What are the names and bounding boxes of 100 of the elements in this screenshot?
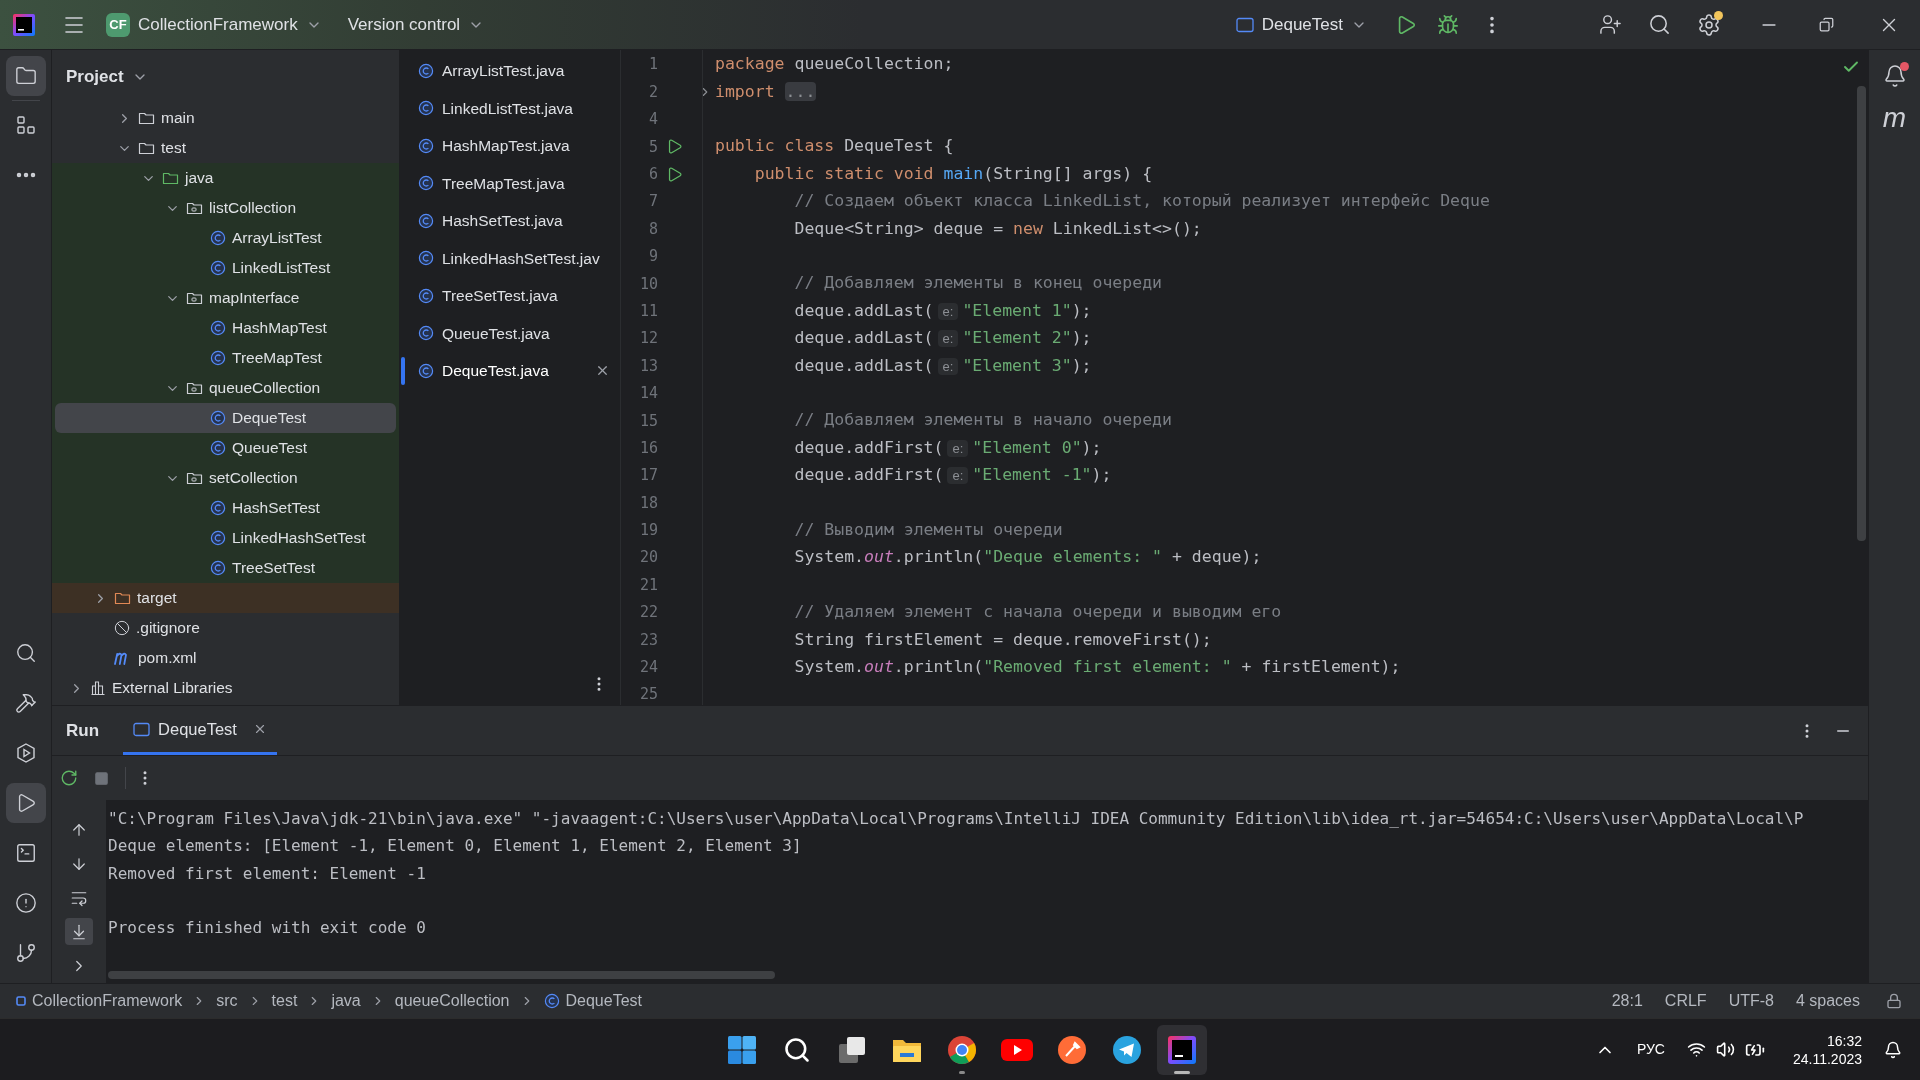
console-line: Process finished with exit code 0 bbox=[108, 917, 427, 940]
lock-icon[interactable] bbox=[1886, 993, 1902, 1009]
console-line: Removed first element: Element -1 bbox=[108, 862, 427, 885]
line-number: 14 bbox=[638, 383, 658, 405]
run-icon[interactable] bbox=[666, 165, 683, 183]
tree-item[interactable]: TreeMapTest bbox=[52, 343, 399, 373]
line-number: 2 bbox=[647, 81, 658, 103]
breadcrumb[interactable]: test bbox=[271, 989, 298, 1013]
code-line: Deque<String> deque = new LinkedList<>(); bbox=[793, 217, 1202, 240]
line-number: 11 bbox=[638, 300, 658, 322]
folder-icon bbox=[14, 65, 37, 87]
status-item[interactable]: 4 spaces bbox=[1795, 989, 1860, 1013]
tree-item[interactable]: ArrayListTest bbox=[52, 223, 399, 253]
line-number: 9 bbox=[647, 246, 658, 268]
browser-icon bbox=[947, 1034, 977, 1065]
project-button[interactable] bbox=[5, 56, 46, 96]
clock[interactable]: 16:32 24.11.2023 bbox=[1792, 1031, 1862, 1068]
version-control-menu[interactable]: Version control bbox=[347, 11, 485, 38]
run-icon[interactable] bbox=[666, 138, 683, 156]
breadcrumb[interactable]: CollectionFramework bbox=[16, 989, 183, 1013]
search-icon bbox=[14, 642, 37, 664]
project-switcher[interactable]: CF CollectionFramework bbox=[106, 11, 322, 38]
breadcrumb[interactable]: src bbox=[216, 989, 238, 1013]
tree-item[interactable]: LinkedListTest bbox=[52, 253, 399, 283]
settings-icon[interactable] bbox=[1697, 12, 1721, 37]
tree-item[interactable]: LinkedHashSetTest bbox=[52, 523, 399, 553]
tree-item[interactable]: External Libraries bbox=[52, 673, 399, 703]
tree-item[interactable]: queueCollection bbox=[52, 373, 399, 403]
run-button[interactable] bbox=[5, 783, 46, 823]
tree-item[interactable]: HashMapTest bbox=[52, 313, 399, 343]
code-line: // Создаем объект класса LinkedList, который реализует интерфейс Deque bbox=[793, 190, 1490, 213]
add-user-icon[interactable] bbox=[1599, 13, 1622, 36]
restore-icon[interactable] bbox=[1819, 17, 1834, 32]
rerun-icon[interactable] bbox=[60, 769, 78, 787]
line-number: 20 bbox=[638, 547, 658, 569]
status-item[interactable]: 28:1 bbox=[1611, 989, 1643, 1013]
breadcrumb[interactable]: DequeTest bbox=[543, 989, 642, 1013]
wifi-icon[interactable] bbox=[1686, 1040, 1706, 1059]
file-tab[interactable]: DequeTest.java bbox=[400, 352, 620, 390]
package-folder-icon bbox=[186, 290, 203, 306]
taskbar-button[interactable] bbox=[1157, 1024, 1207, 1075]
blocked-circle-icon bbox=[114, 620, 130, 636]
line-number: 23 bbox=[638, 629, 658, 651]
tree-item[interactable]: setCollection bbox=[52, 463, 399, 493]
file-tab[interactable]: TreeMapTest.java bbox=[400, 164, 620, 202]
hexagon-play-icon bbox=[14, 742, 37, 764]
stop-icon[interactable] bbox=[94, 770, 109, 786]
class-icon bbox=[210, 500, 226, 516]
tree-item[interactable]: pom.xml bbox=[52, 643, 399, 673]
maven-button[interactable]: m bbox=[1882, 104, 1907, 132]
tree-item[interactable]: target bbox=[52, 583, 399, 613]
language-indicator[interactable]: РУС bbox=[1636, 1039, 1665, 1060]
package-folder-icon bbox=[186, 380, 203, 396]
scrollbar[interactable] bbox=[108, 971, 775, 979]
class-icon bbox=[543, 993, 560, 1009]
app-logo-icon[interactable] bbox=[12, 12, 36, 37]
volume-icon[interactable] bbox=[1715, 1040, 1735, 1059]
file-tab[interactable]: HashSetTest.java bbox=[400, 202, 620, 240]
line-number: 24 bbox=[638, 657, 658, 679]
breadcrumb[interactable]: queueCollection bbox=[394, 989, 510, 1013]
tree-item[interactable]: .gitignore bbox=[52, 613, 399, 643]
file-tab[interactable]: HashMapTest.java bbox=[400, 127, 620, 165]
view-mode-dropdown[interactable]: Project bbox=[52, 50, 399, 103]
class-icon bbox=[210, 440, 226, 456]
scrollbar[interactable] bbox=[1857, 86, 1866, 541]
notifications-icon[interactable] bbox=[1884, 1040, 1902, 1059]
line-number: 7 bbox=[647, 191, 658, 213]
tree-item[interactable]: DequeTest bbox=[55, 403, 396, 433]
tree-item[interactable]: main bbox=[52, 103, 399, 133]
tree-item[interactable]: QueueTest bbox=[52, 433, 399, 463]
package-folder-icon bbox=[186, 200, 203, 216]
class-icon bbox=[418, 362, 434, 379]
console-line: Deque elements: [Element -1, Element 0, Element 1, Element 2, Element 3] bbox=[108, 835, 803, 858]
file-tab[interactable]: QueueTest.java bbox=[400, 314, 620, 352]
run-configuration-selector[interactable]: DequeTest bbox=[1235, 11, 1367, 38]
tree-item[interactable]: HashSetTest bbox=[52, 493, 399, 523]
file-tab[interactable]: LinkedHashSetTest.jav bbox=[400, 239, 620, 277]
folder-icon bbox=[114, 590, 131, 606]
status-item[interactable]: UTF-8 bbox=[1728, 989, 1774, 1013]
tree-item[interactable]: listCollection bbox=[52, 193, 399, 223]
line-number: 15 bbox=[638, 410, 658, 432]
search-icon bbox=[783, 1035, 811, 1064]
notifications-icon[interactable] bbox=[1882, 64, 1907, 88]
file-tab[interactable]: LinkedListTest.java bbox=[400, 89, 620, 127]
search-icon[interactable] bbox=[1648, 13, 1671, 36]
tree-item[interactable]: TreeSetTest bbox=[52, 553, 399, 583]
file-tab[interactable]: ArrayListTest.java bbox=[400, 52, 620, 90]
code-line: // Добавляем элементы в конец очереди bbox=[793, 272, 1163, 295]
console-tool-button[interactable] bbox=[65, 918, 93, 945]
breadcrumb[interactable]: java bbox=[331, 989, 361, 1013]
tree-item[interactable]: mapInterface bbox=[52, 283, 399, 313]
tree-item[interactable]: java bbox=[52, 163, 399, 193]
tree-item[interactable]: test bbox=[52, 133, 399, 163]
debug-icon[interactable] bbox=[1437, 13, 1459, 36]
file-tab[interactable]: TreeSetTest.java bbox=[400, 277, 620, 315]
code-line: public class DequeTest { bbox=[715, 135, 954, 158]
folder-icon bbox=[138, 110, 155, 126]
class-icon bbox=[418, 137, 434, 154]
line-number: 8 bbox=[647, 218, 658, 240]
status-item[interactable]: CRLF bbox=[1664, 989, 1707, 1013]
